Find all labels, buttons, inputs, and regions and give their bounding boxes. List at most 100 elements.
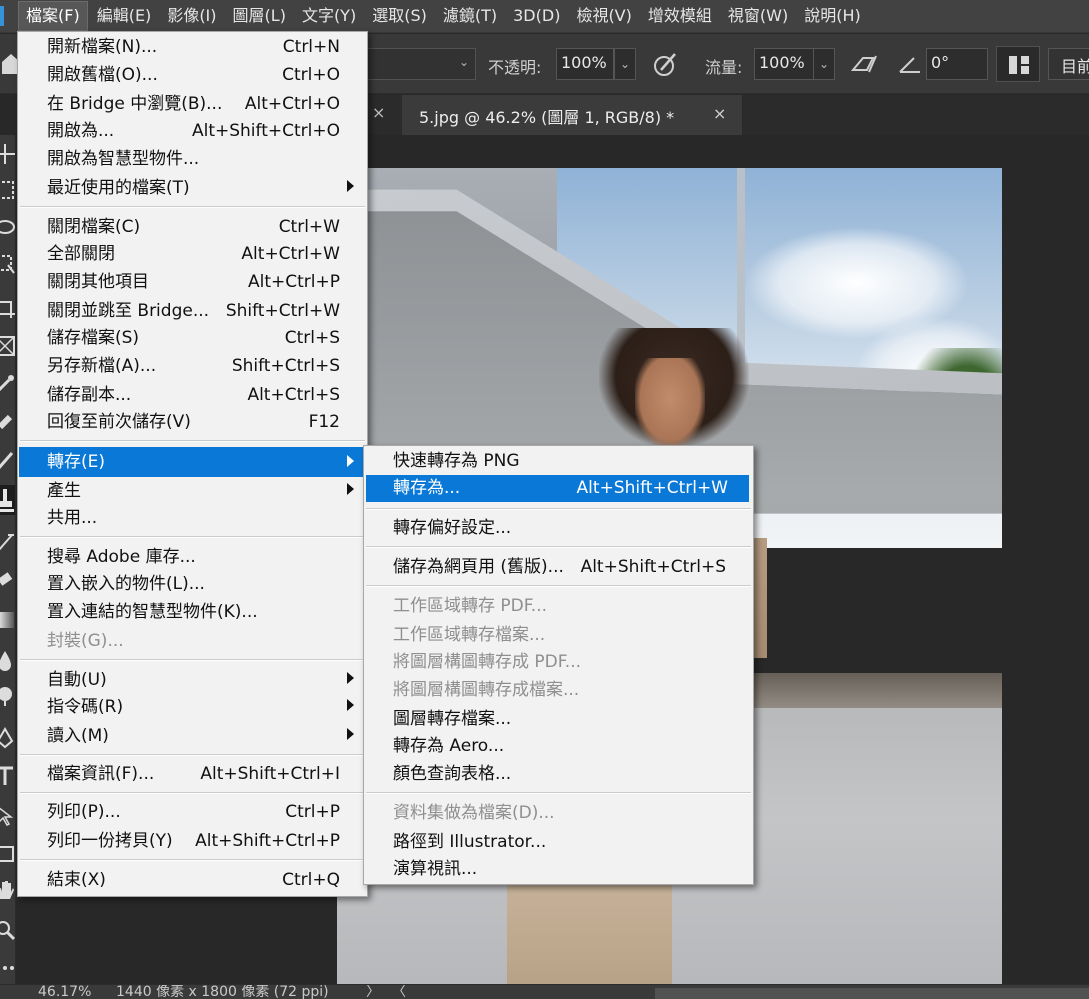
history-brush-tool-icon[interactable]: [0, 531, 16, 553]
move-tool-icon[interactable]: [0, 143, 16, 165]
eyedropper-tool-icon[interactable]: [0, 373, 16, 395]
menu-item-label: 開啟舊檔(O)...: [47, 65, 158, 85]
opacity-input[interactable]: 100%: [556, 48, 614, 80]
menu-item-revert[interactable]: 回復至前次儲存(V) F12: [19, 409, 366, 436]
frame-tool-icon[interactable]: [0, 335, 16, 357]
menu-view[interactable]: 檢視(V): [569, 2, 638, 30]
prev-tab-close-icon[interactable]: ×: [372, 103, 385, 122]
menu-help[interactable]: 說明(H): [797, 2, 868, 30]
menu-item-automate[interactable]: 自動(U): [19, 667, 366, 694]
menu-separator: [366, 585, 751, 587]
pressure-opacity-icon[interactable]: [651, 50, 681, 78]
menu-separator: [20, 859, 365, 861]
menu-item-generate[interactable]: 產生: [19, 478, 366, 505]
menu-item-recent-files[interactable]: 最近使用的檔案(T): [19, 175, 366, 202]
close-icon[interactable]: ×: [713, 104, 726, 123]
hand-tool-icon[interactable]: [0, 879, 16, 901]
lasso-tool-icon[interactable]: [0, 217, 16, 239]
menu-item-close[interactable]: 關閉檔案(C) Ctrl+W: [19, 214, 366, 241]
zoom-tool-icon[interactable]: [0, 919, 16, 941]
menu-item-print[interactable]: 列印(P)... Ctrl+P: [19, 799, 366, 826]
opacity-dropdown-icon[interactable]: ⌄: [614, 48, 636, 80]
menu-item-open[interactable]: 開啟舊檔(O)... Ctrl+O: [19, 62, 366, 89]
menu-window[interactable]: 視窗(W): [721, 2, 795, 30]
dodge-tool-icon[interactable]: [0, 685, 16, 707]
menu-item-share[interactable]: 共用...: [19, 505, 366, 532]
angle-icon: [899, 57, 920, 73]
menu-item-shortcut: Ctrl+P: [285, 802, 340, 822]
menu-item-label: 檔案資訊(F)...: [47, 764, 155, 784]
menu-item-close-all[interactable]: 全部關閉 Alt+Ctrl+W: [19, 241, 366, 268]
menu-item-paths-to-illustrator[interactable]: 路徑到 Illustrator...: [365, 829, 752, 856]
menu-item-file-info[interactable]: 檔案資訊(F)... Alt+Shift+Ctrl+I: [19, 761, 366, 788]
menu-item-scripts[interactable]: 指令碼(R): [19, 694, 366, 721]
menu-item-save-for-web[interactable]: 儲存為網頁用 (舊版)... Alt+Shift+Ctrl+S: [365, 554, 752, 581]
menu-item-export[interactable]: 轉存(E): [19, 447, 366, 477]
more-tools-icon[interactable]: [0, 957, 16, 979]
marquee-tool-icon[interactable]: [0, 179, 16, 201]
workspace-switcher[interactable]: 目前: [1048, 48, 1089, 80]
blur-tool-icon[interactable]: [0, 649, 16, 671]
brush-tool-icon[interactable]: [0, 449, 16, 471]
menu-item-label: 共用...: [47, 508, 98, 528]
crop-tool-icon[interactable]: [0, 297, 16, 319]
brush-mode-dropdown[interactable]: ⌄: [366, 48, 476, 80]
menu-item-place-linked[interactable]: 置入連結的智慧型物件(K)...: [19, 599, 366, 626]
menu-item-close-go-bridge[interactable]: 關閉並跳至 Bridge... Shift+Ctrl+W: [19, 298, 366, 325]
menu-item-close-others[interactable]: 關閉其他項目 Alt+Ctrl+P: [19, 269, 366, 296]
symmetry-button[interactable]: [996, 46, 1040, 82]
status-more-arrow-icon[interactable]: 〉: [366, 985, 380, 999]
menu-item-open-smart-object[interactable]: 開啟為智慧型物件...: [19, 146, 366, 173]
clone-stamp-tool[interactable]: [0, 485, 15, 515]
menu-item-label: 結束(X): [47, 870, 106, 890]
menu-item-save-copy[interactable]: 儲存副本... Alt+Ctrl+S: [19, 382, 366, 409]
menu-item-new[interactable]: 開新檔案(N)... Ctrl+N: [19, 34, 366, 61]
menu-item-print-one-copy[interactable]: 列印一份拷貝(Y) Alt+Shift+Ctrl+P: [19, 828, 366, 855]
menu-layer[interactable]: 圖層(L): [226, 2, 293, 30]
object-select-tool-icon[interactable]: [0, 253, 16, 275]
menu-item-export-aero[interactable]: 轉存為 Aero...: [365, 733, 752, 760]
menu-item-render-video[interactable]: 演算視訊...: [365, 856, 752, 883]
menu-filter[interactable]: 濾鏡(T): [436, 2, 504, 30]
menu-type[interactable]: 文字(Y): [295, 2, 363, 30]
menu-item-quick-export-png[interactable]: 快速轉存為 PNG: [365, 448, 752, 475]
healing-brush-tool-icon[interactable]: [0, 411, 16, 433]
menu-item-export-as[interactable]: 轉存為... Alt+Shift+Ctrl+W: [366, 475, 749, 502]
scroll-left-arrow-icon[interactable]: 〈: [392, 985, 406, 999]
menu-item-export-preferences[interactable]: 轉存偏好設定...: [365, 515, 752, 542]
gradient-tool-icon[interactable]: [0, 609, 16, 631]
menu-item-save-as[interactable]: 另存新檔(A)... Shift+Ctrl+S: [19, 353, 366, 380]
menu-item-label: 封裝(G)...: [47, 631, 124, 651]
menu-item-browse-bridge[interactable]: 在 Bridge 中瀏覽(B)... Alt+Ctrl+O: [19, 91, 366, 118]
menu-item-layers-to-files[interactable]: 圖層轉存檔案...: [365, 706, 752, 733]
menu-item-exit[interactable]: 結束(X) Ctrl+Q: [19, 867, 366, 894]
angle-input[interactable]: 0°: [926, 48, 988, 80]
pen-tool-icon[interactable]: [0, 727, 16, 749]
menu-edit[interactable]: 編輯(E): [90, 2, 159, 30]
eraser-tool-icon[interactable]: [0, 569, 16, 591]
flow-dropdown-icon[interactable]: ⌄: [813, 48, 835, 80]
menu-item-place-embedded[interactable]: 置入嵌入的物件(L)...: [19, 571, 366, 598]
path-selection-tool-icon[interactable]: [0, 805, 16, 827]
menu-plugins[interactable]: 增效模組: [641, 2, 719, 30]
type-tool-icon[interactable]: [0, 765, 16, 787]
menu-select[interactable]: 選取(S): [365, 2, 434, 30]
menu-item-label: 讀入(M): [47, 726, 109, 746]
flow-input[interactable]: 100%: [754, 48, 814, 80]
menu-3d[interactable]: 3D(D): [506, 2, 567, 30]
menu-item-save[interactable]: 儲存檔案(S) Ctrl+S: [19, 325, 366, 352]
menu-image[interactable]: 影像(I): [160, 2, 223, 30]
menu-item-shortcut: Alt+Ctrl+O: [244, 94, 340, 114]
menu-item-label: 列印(P)...: [47, 802, 121, 822]
document-tab[interactable]: 5.jpg @ 46.2% (圖層 1, RGB/8) * ×: [402, 95, 743, 135]
menu-item-search-stock[interactable]: 搜尋 Adobe 庫存...: [19, 544, 366, 571]
menu-file[interactable]: 檔案(F): [18, 1, 88, 31]
rectangle-tool-icon[interactable]: [0, 843, 16, 865]
zoom-level[interactable]: 46.17%: [38, 985, 91, 999]
airbrush-icon[interactable]: [849, 50, 879, 78]
menu-item-import[interactable]: 讀入(M): [19, 723, 366, 750]
menu-item-color-lookup-tables[interactable]: 顏色查詢表格...: [365, 761, 752, 788]
menu-item-label: 儲存副本...: [47, 385, 132, 405]
menu-item-open-as[interactable]: 開啟為... Alt+Shift+Ctrl+O: [19, 118, 366, 145]
horizontal-scrollbar[interactable]: [655, 988, 1089, 999]
